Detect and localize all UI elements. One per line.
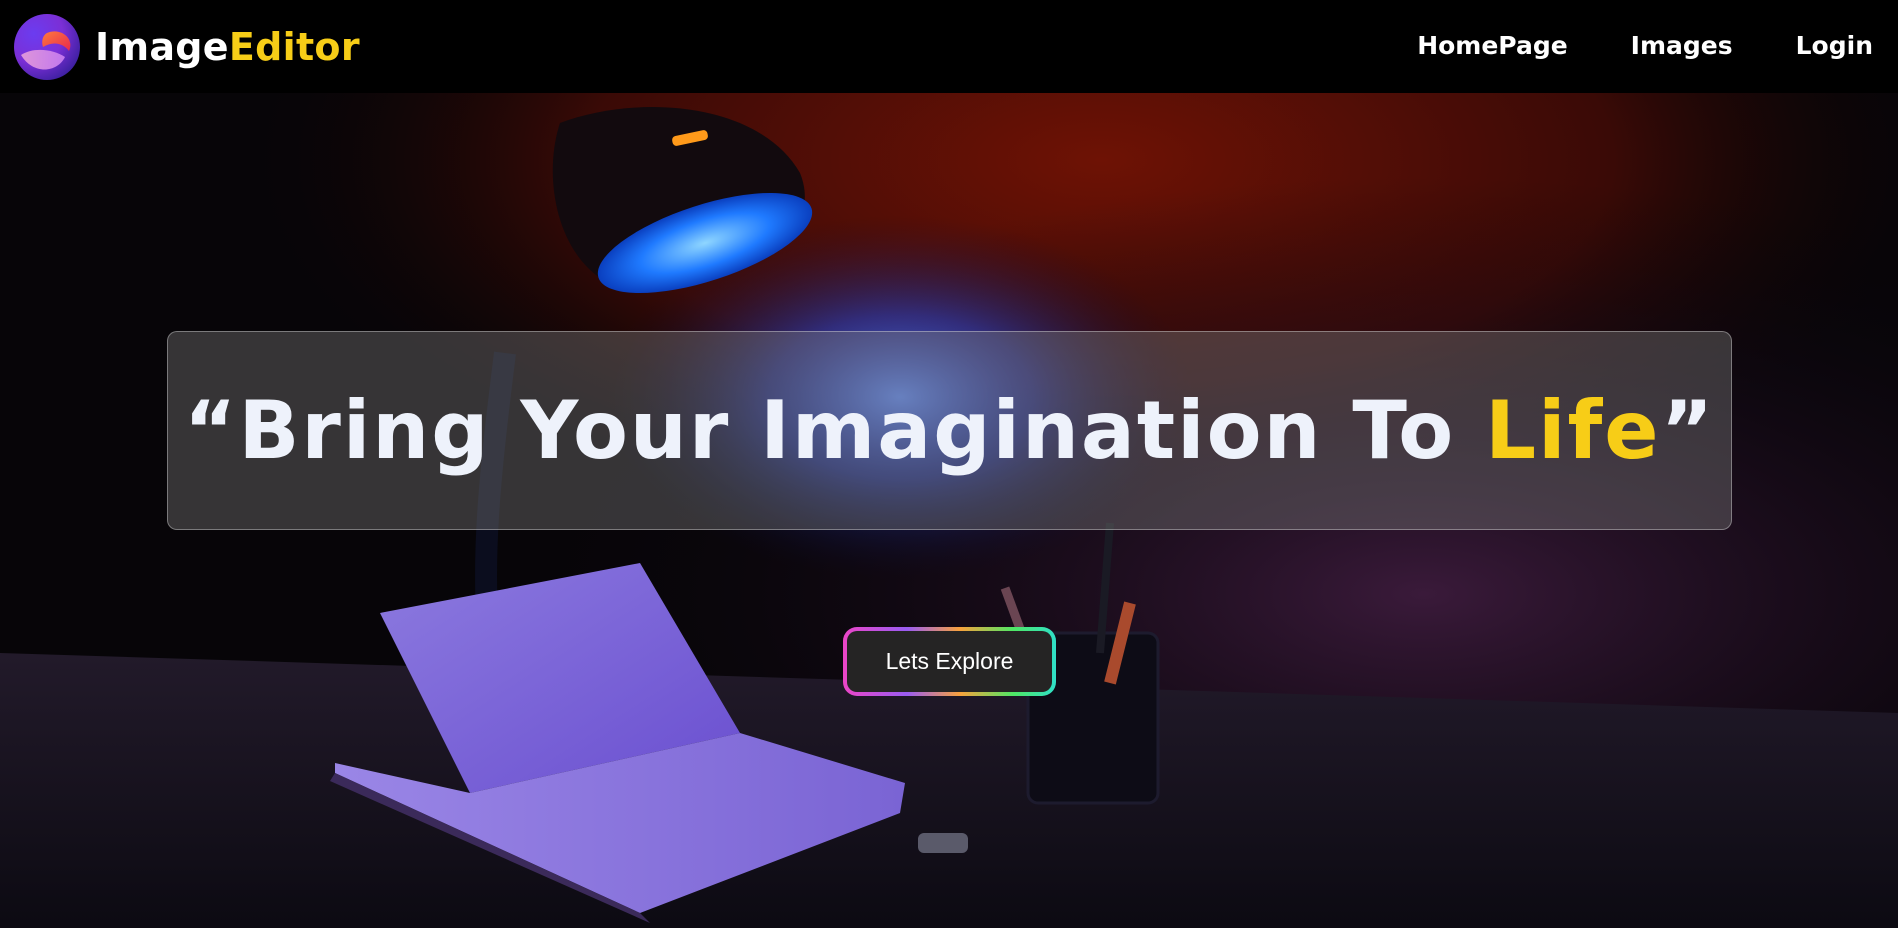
navbar: ImageEditor HomePage Images Login (0, 0, 1898, 93)
quote-accent-text: Life (1485, 384, 1661, 477)
brand-name-main: Image (95, 25, 229, 69)
lets-explore-button[interactable]: Lets Explore (843, 627, 1056, 696)
brand-name: ImageEditor (95, 25, 360, 69)
lets-explore-label: Lets Explore (847, 631, 1052, 692)
nav-link-homepage[interactable]: HomePage (1417, 28, 1567, 64)
quote-close-mark: ” (1660, 384, 1716, 477)
brand[interactable]: ImageEditor (13, 13, 360, 81)
nav-link-images[interactable]: Images (1631, 28, 1733, 64)
quote-main-text: Bring Your Imagination To (238, 384, 1486, 477)
quote-open-mark: “ (183, 384, 239, 477)
hero-quote-banner: “Bring Your Imagination To Life” (167, 331, 1732, 530)
brand-name-accent: Editor (228, 25, 360, 69)
hero-section: “Bring Your Imagination To Life” Lets Ex… (0, 93, 1898, 928)
nav-link-login[interactable]: Login (1796, 28, 1873, 64)
hero-quote: “Bring Your Imagination To Life” (184, 384, 1715, 477)
logo-icon (13, 13, 81, 81)
nav-links: HomePage Images Login (1354, 28, 1873, 64)
